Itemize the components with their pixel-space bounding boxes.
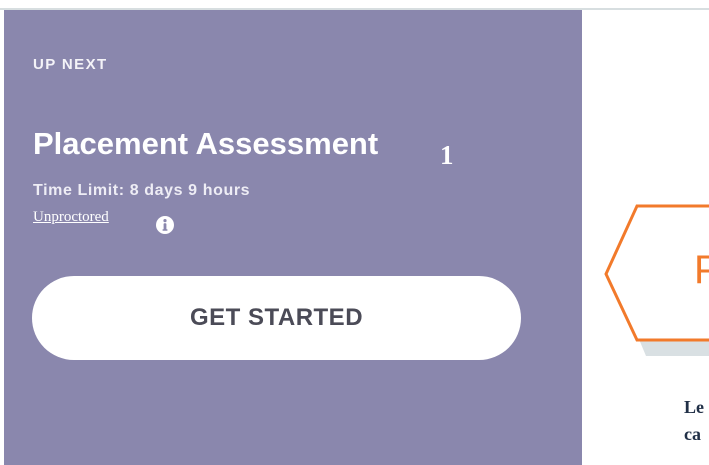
info-icon[interactable] — [156, 216, 174, 234]
top-divider — [0, 0, 709, 10]
unproctored-link[interactable]: Unproctored — [33, 209, 109, 226]
preview-snippet: Le ca — [684, 394, 704, 448]
up-next-panel: UP NEXT Placement Assessment 1 Time Limi… — [4, 10, 582, 465]
badge-letter: P — [694, 248, 709, 292]
snippet-line: Le — [684, 397, 704, 417]
title-marker: 1 — [440, 140, 454, 170]
assessment-preview-pane: P Le ca — [582, 10, 709, 465]
get-started-button[interactable]: GET STARTED — [32, 276, 521, 360]
up-next-label: UP NEXT — [33, 56, 108, 73]
snippet-line: ca — [684, 424, 701, 444]
time-limit: Time Limit: 8 days 9 hours — [33, 182, 251, 199]
hexagon-badge-icon — [604, 204, 709, 356]
assessment-title: Placement Assessment — [33, 126, 379, 161]
